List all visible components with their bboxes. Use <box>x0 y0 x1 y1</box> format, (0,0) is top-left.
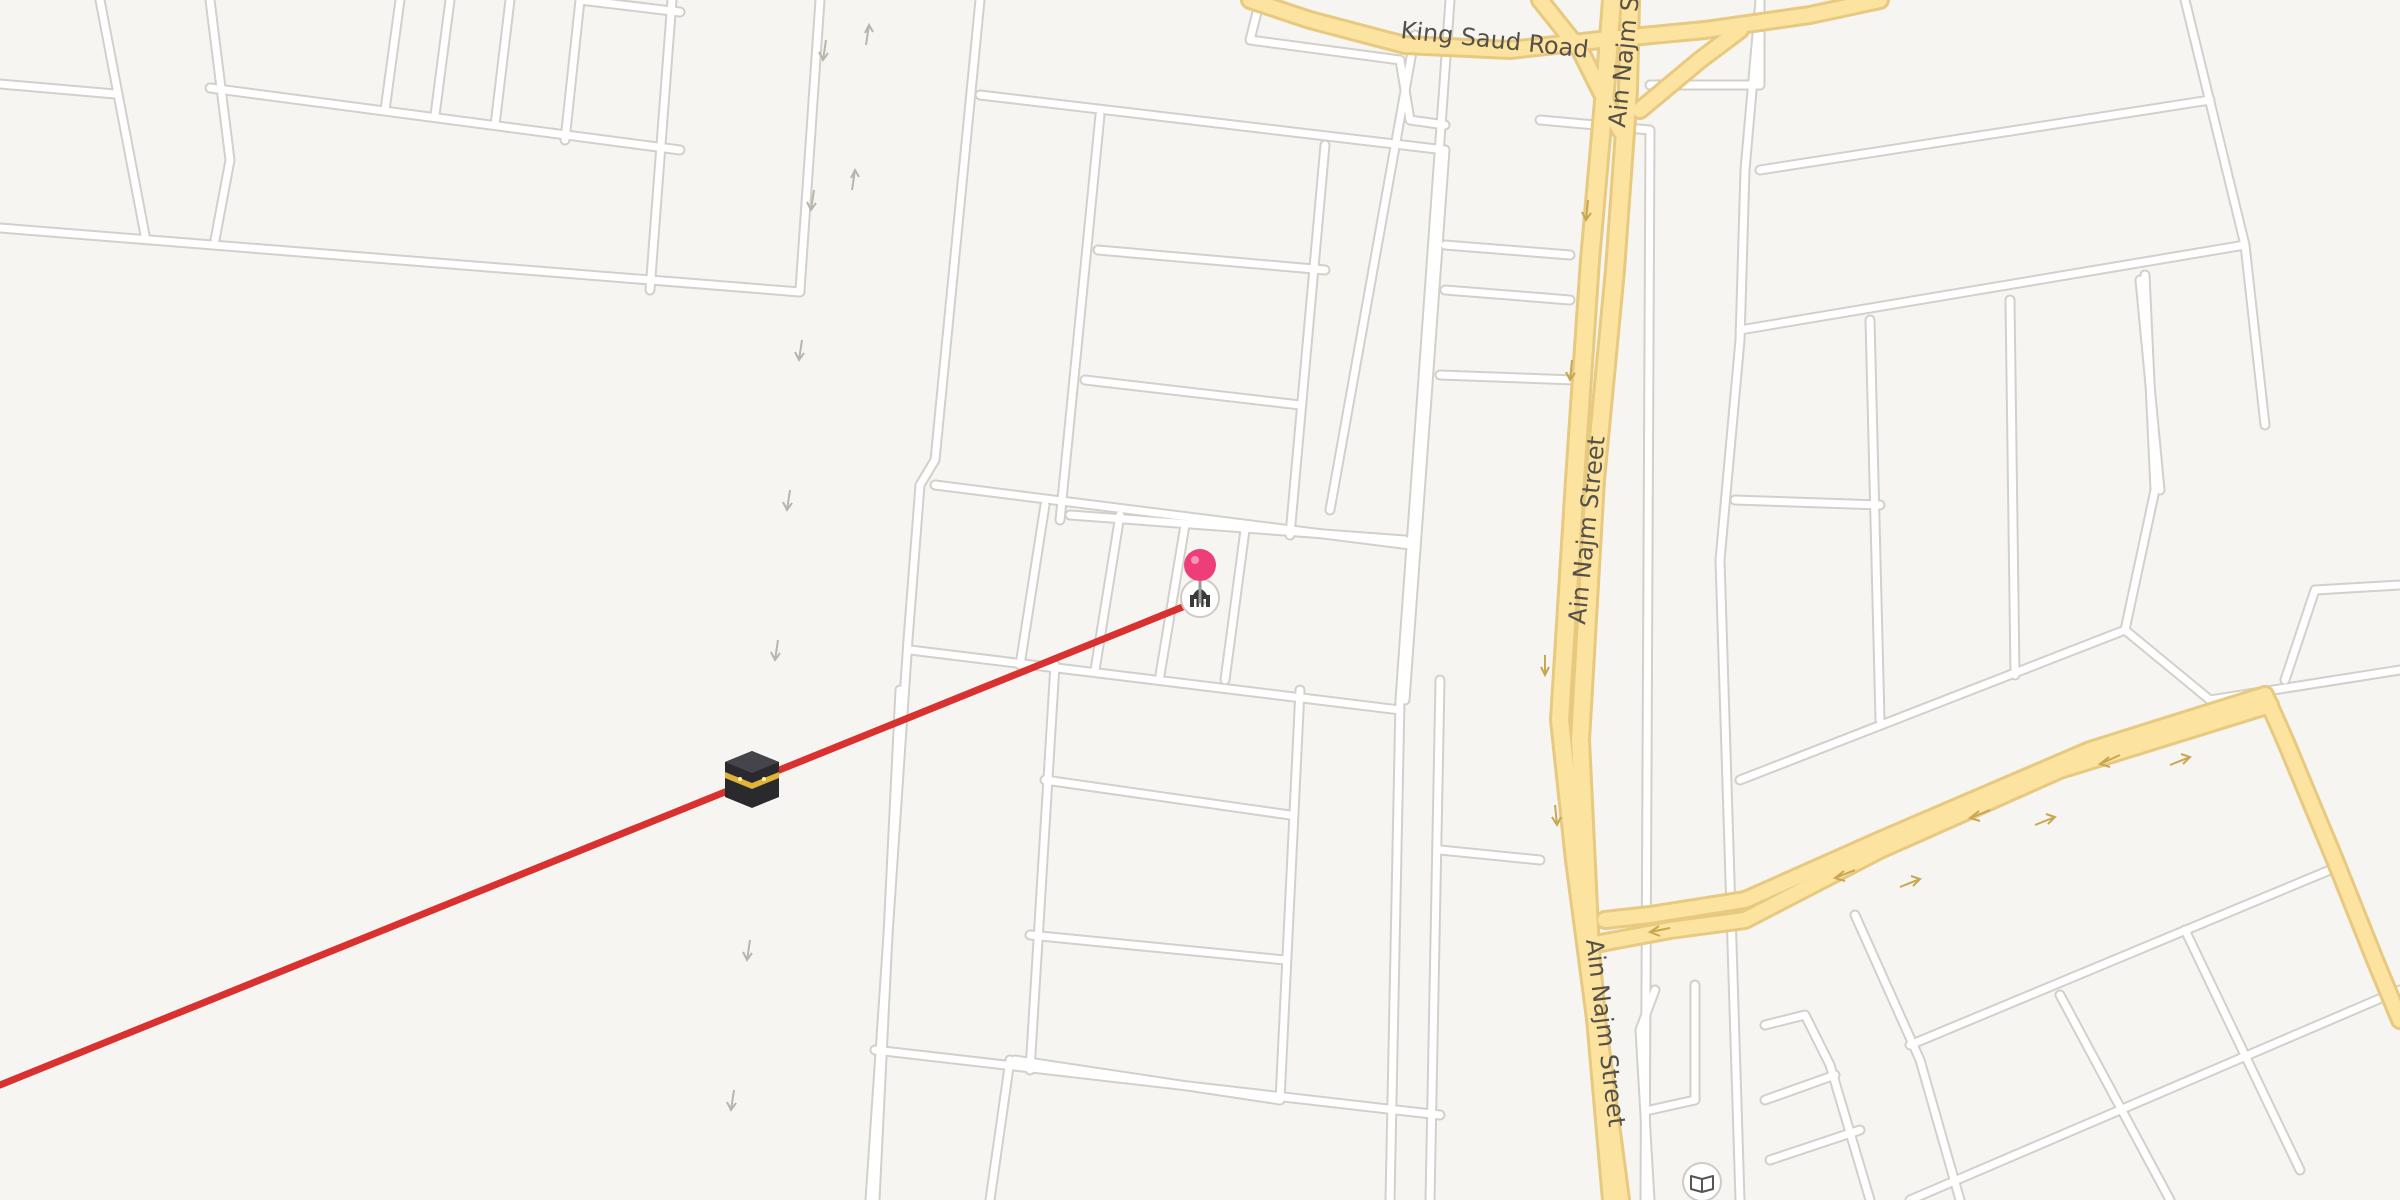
map-canvas[interactable]: King Saud Road Ain Najm S Ain Najm Stree… <box>0 0 2400 1200</box>
kaaba-icon[interactable] <box>725 751 779 808</box>
book-icon[interactable] <box>1682 1162 1722 1200</box>
